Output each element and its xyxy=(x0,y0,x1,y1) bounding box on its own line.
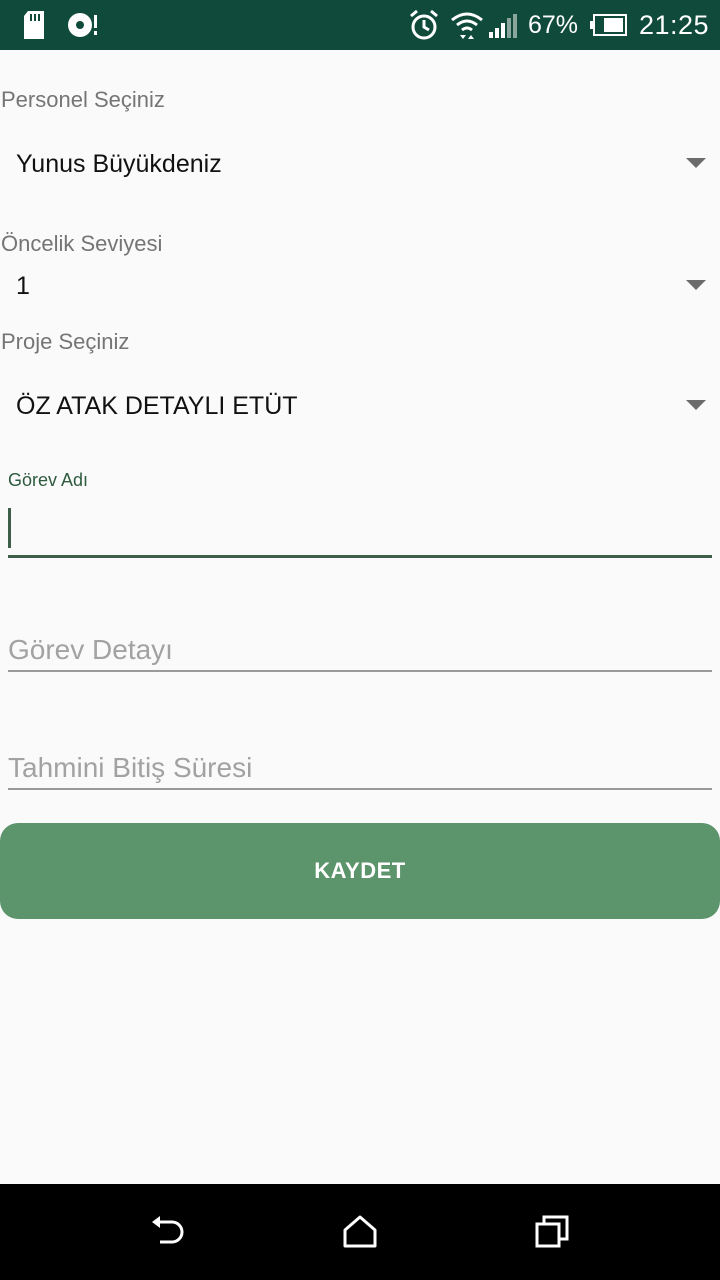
sync-icon xyxy=(66,11,100,39)
navigation-bar xyxy=(0,1184,720,1280)
save-button[interactable]: KAYDET xyxy=(0,823,720,919)
recents-icon[interactable] xyxy=(534,1212,572,1252)
personnel-label: Personel Seçiniz xyxy=(1,87,165,112)
priority-label: Öncelik Seviyesi xyxy=(1,231,163,256)
wifi-icon xyxy=(450,9,484,41)
personnel-spinner[interactable]: Yunus Büyükdeniz xyxy=(0,134,720,194)
dropdown-arrow-icon xyxy=(686,280,706,290)
text-cursor xyxy=(8,508,11,548)
estimated-end-input[interactable]: Tahmini Bitiş Süresi xyxy=(8,734,712,790)
status-bar: 67% 21:25 xyxy=(0,0,720,50)
battery-icon xyxy=(590,14,628,36)
project-spinner[interactable]: ÖZ ATAK DETAYLI ETÜT xyxy=(0,376,720,436)
dropdown-arrow-icon xyxy=(686,158,706,168)
sd-card-icon xyxy=(22,10,46,40)
back-icon[interactable] xyxy=(148,1212,188,1252)
priority-spinner[interactable]: 1 xyxy=(0,256,720,316)
battery-percent: 67% xyxy=(528,11,579,39)
task-detail-placeholder: Görev Detayı xyxy=(8,634,173,665)
personnel-value: Yunus Büyükdeniz xyxy=(16,150,222,178)
task-name-input[interactable] xyxy=(8,502,712,558)
project-value: ÖZ ATAK DETAYLI ETÜT xyxy=(16,392,298,420)
priority-value: 1 xyxy=(16,272,30,300)
project-label: Proje Seçiniz xyxy=(1,329,130,354)
dropdown-arrow-icon xyxy=(686,400,706,410)
estimated-end-placeholder: Tahmini Bitiş Süresi xyxy=(8,752,253,783)
clock: 21:25 xyxy=(639,10,710,40)
home-icon[interactable] xyxy=(341,1212,379,1252)
signal-icon xyxy=(489,14,519,38)
task-name-label: Görev Adı xyxy=(8,470,89,490)
task-detail-input[interactable]: Görev Detayı xyxy=(8,616,712,672)
alarm-icon xyxy=(408,9,440,41)
